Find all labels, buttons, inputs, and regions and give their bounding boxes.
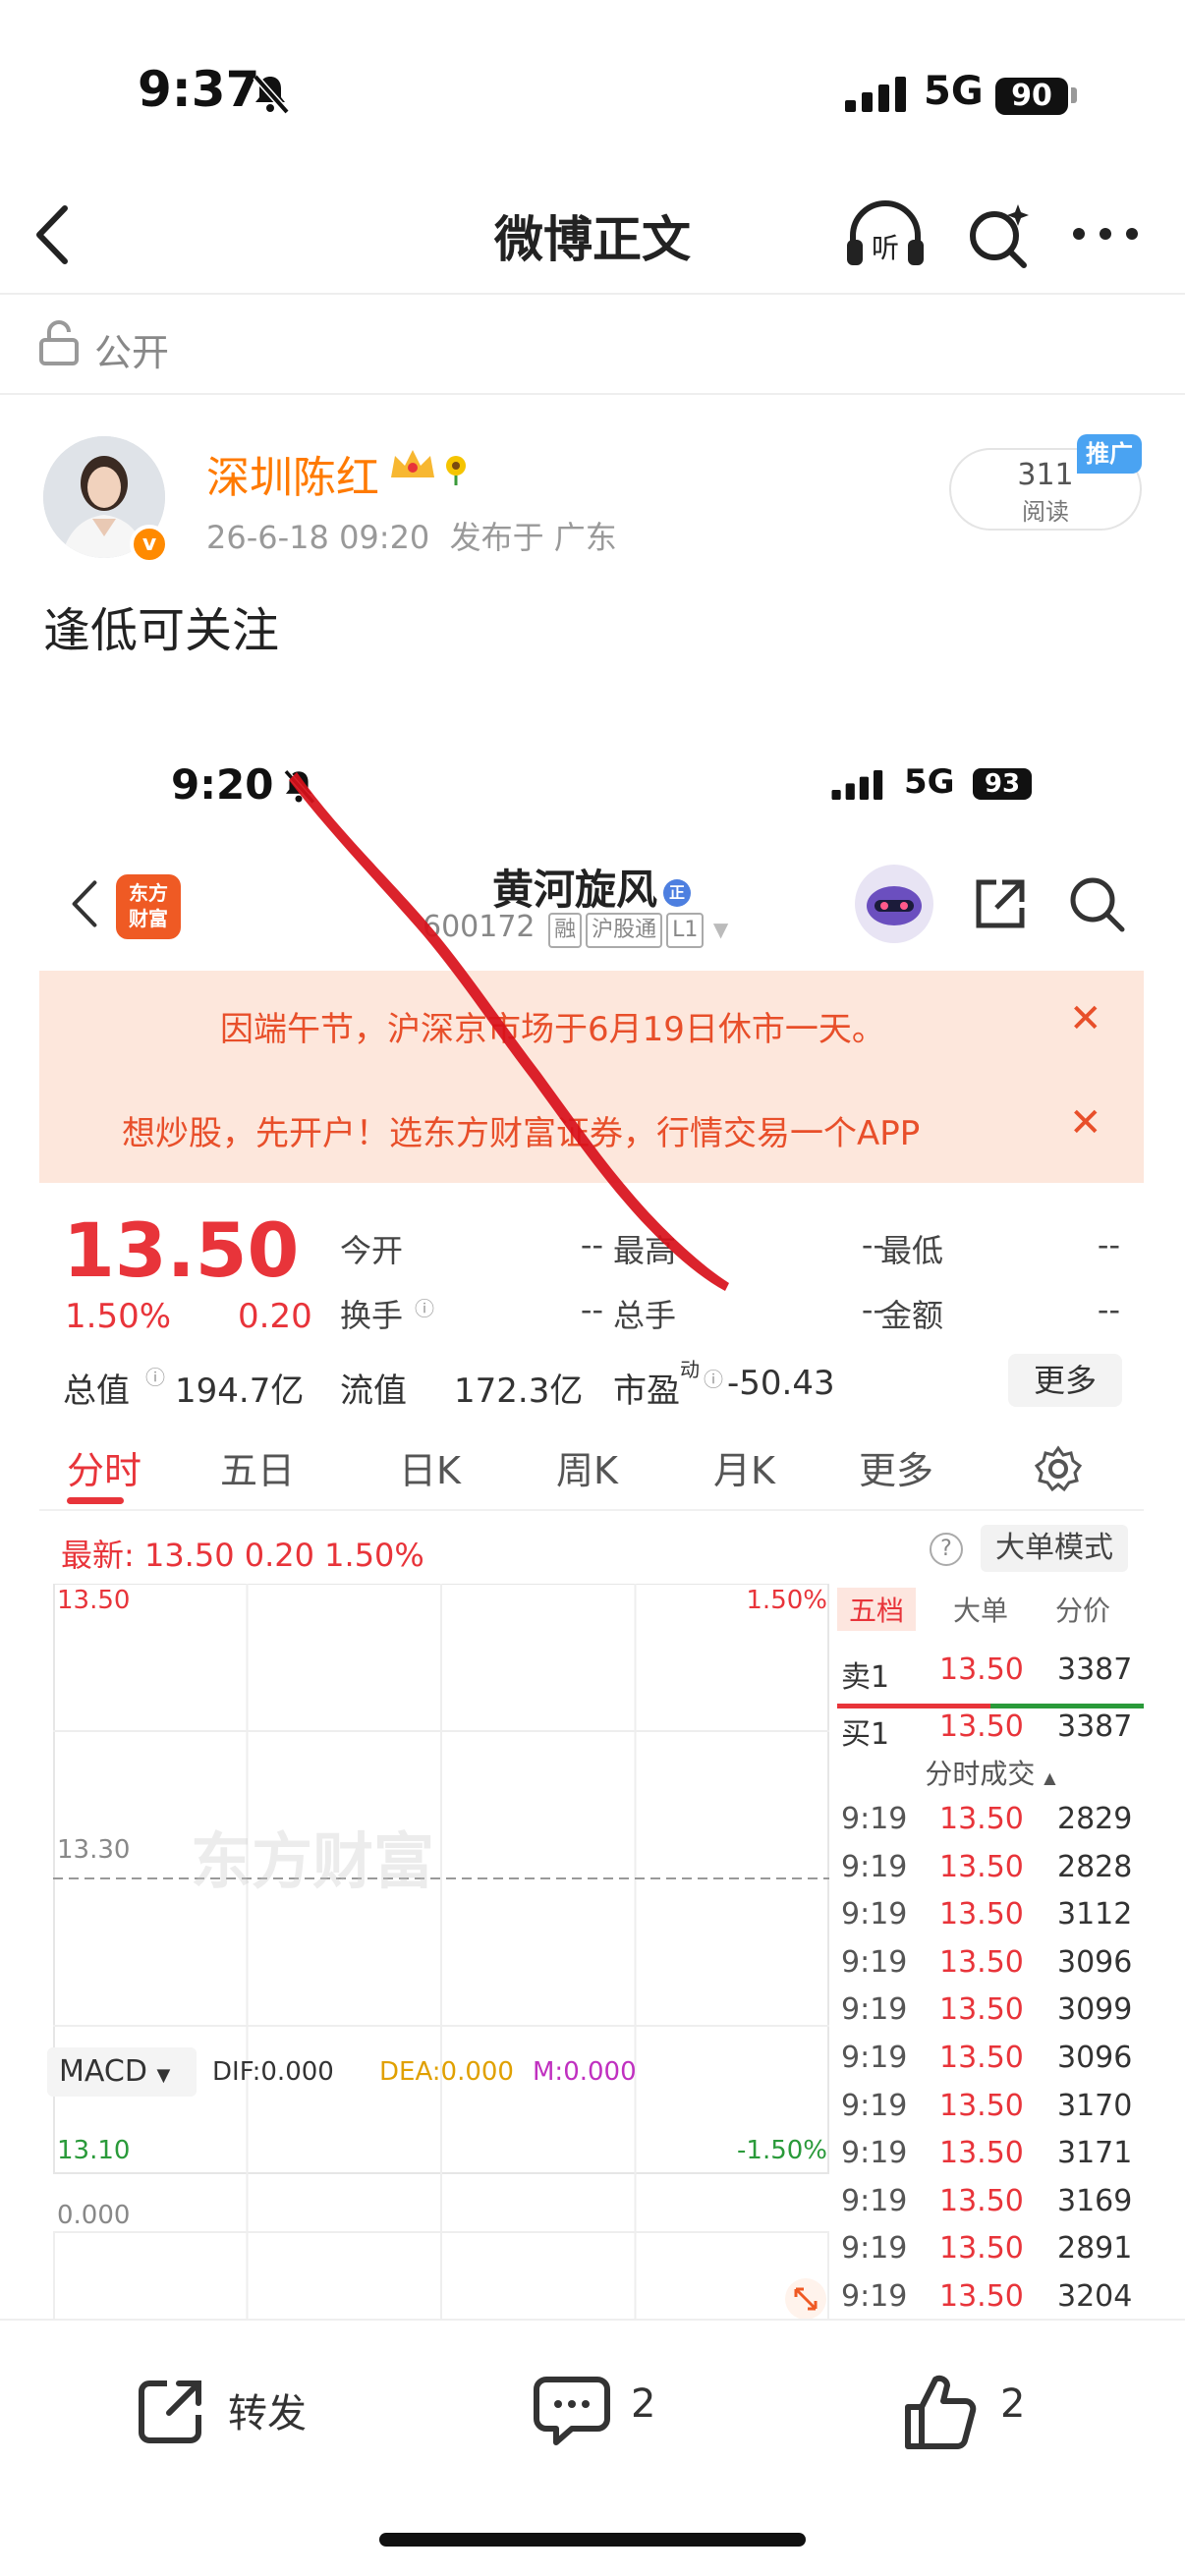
visibility-label: 公开 <box>94 331 170 374</box>
author-name[interactable]: 深圳陈红 <box>206 442 379 505</box>
reads-label: 阅读 <box>1022 498 1069 526</box>
verified-badge: v <box>130 525 169 564</box>
action-bar: 转发 2 2 <box>0 2319 1185 2476</box>
ai-search-icon[interactable] <box>963 200 1036 275</box>
repost-button[interactable]: 转发 <box>134 2374 307 2452</box>
signal-icon <box>845 77 910 116</box>
promo-badge: 推广 <box>1077 434 1142 474</box>
annotation-stroke <box>289 772 729 1291</box>
post-text: 逢低可关注 <box>43 603 280 658</box>
nav-bar: 微博正文 听 <box>0 177 1185 295</box>
post-meta: 26-6-18 09:20 发布于 广东 <box>206 513 617 558</box>
comment-count: 2 <box>631 2381 656 2427</box>
comment-button[interactable]: 2 <box>533 2374 655 2452</box>
status-time: 9:37 <box>138 61 260 118</box>
visibility-row: 公开 <box>0 297 1185 395</box>
svg-text:听: 听 <box>872 232 899 264</box>
battery-indicator: 90 <box>995 78 1068 115</box>
like-count: 2 <box>1000 2381 1026 2427</box>
author-badges <box>387 444 478 496</box>
post-timestamp: 26-6-18 09:20 <box>206 519 430 556</box>
like-icon <box>902 2375 977 2456</box>
post-image[interactable]: 9:20 5G 93 东方 财富 黄河旋风正 600172 融沪股通L1 ▼ <box>39 727 1144 2319</box>
network-type: 5G <box>924 69 984 114</box>
repost-label: 转发 <box>228 2391 307 2436</box>
battery-nub <box>1071 87 1077 103</box>
mute-bell-icon <box>248 71 293 120</box>
more-icon[interactable] <box>1071 224 1140 248</box>
post-location: 发布于 广东 <box>449 519 617 556</box>
status-bar: 9:37 5G 90 <box>0 0 1185 187</box>
listen-icon[interactable]: 听 <box>843 200 928 275</box>
author-row: v 深圳陈红 26-6-18 09:20 发布于 广东 311 阅读 <box>0 422 1185 580</box>
lock-icon <box>37 318 81 369</box>
like-button[interactable]: 2 <box>902 2374 1025 2456</box>
home-indicator[interactable] <box>379 2533 806 2547</box>
repost-icon <box>134 2380 208 2452</box>
comment-icon <box>533 2377 611 2452</box>
